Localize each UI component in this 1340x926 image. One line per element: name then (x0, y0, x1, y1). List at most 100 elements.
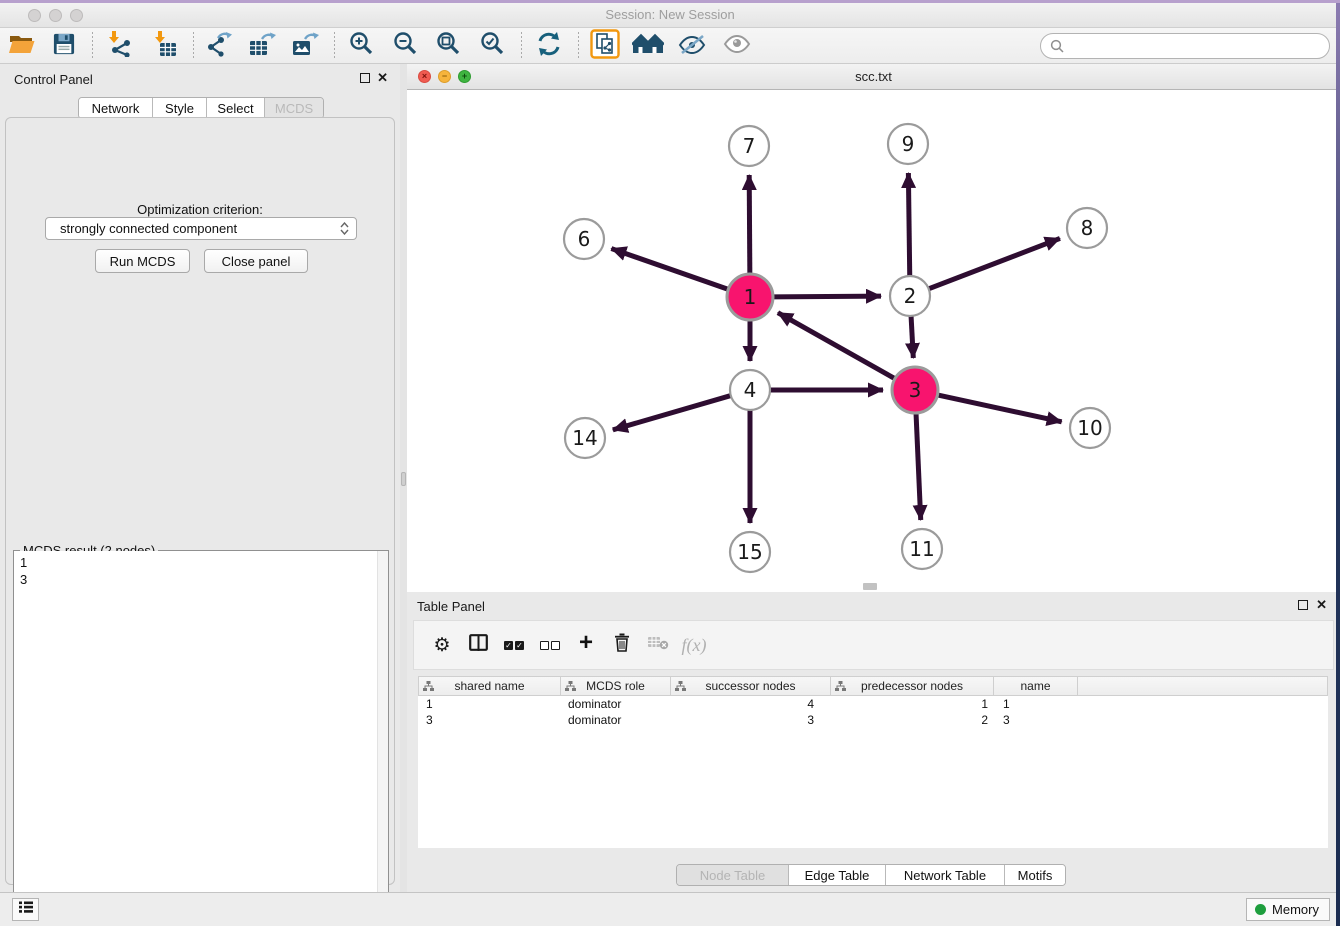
export-image-button[interactable] (287, 30, 323, 62)
column-header-predecessor-nodes[interactable]: predecessor nodes (831, 677, 994, 695)
network-window-resize-grip[interactable] (863, 583, 877, 590)
eye-icon (723, 34, 751, 59)
mcds-result-scrollbar[interactable] (377, 551, 388, 926)
select-all-icon: ✓✓ (504, 641, 524, 650)
tab-network-table[interactable]: Network Table (886, 865, 1005, 885)
column-type-icon (835, 681, 846, 692)
graph-edge-2-9[interactable] (908, 173, 909, 276)
zoom-out-button[interactable] (388, 30, 424, 62)
mcds-result-box: MCDS result (2 nodes) 1 3 (13, 550, 389, 926)
control-panel-tabs: Network Style Select MCDS (78, 97, 324, 119)
graph-edge-3-10[interactable] (937, 395, 1061, 422)
cell-mcds-role[interactable]: dominator (560, 712, 670, 728)
criterion-select[interactable]: strongly connected component (45, 217, 357, 240)
cell-successor-nodes[interactable]: 4 (670, 696, 830, 712)
graph-edge-2-8[interactable] (929, 238, 1060, 288)
cell-predecessor-nodes[interactable]: 1 (830, 696, 993, 712)
cell-successor-nodes[interactable]: 3 (670, 712, 830, 728)
close-panel-icon[interactable]: ✕ (377, 73, 388, 83)
mcds-result-text[interactable]: 1 3 (14, 551, 377, 926)
home-layout-button[interactable] (630, 30, 666, 62)
deselect-all-rows-button[interactable] (532, 641, 568, 650)
table-panel: Table Panel ✕ ⚙ ✓✓ + (407, 592, 1340, 892)
table-settings-button[interactable]: ⚙ (424, 634, 460, 657)
cell-name[interactable]: 1 (993, 696, 1077, 712)
cell-name[interactable]: 3 (993, 712, 1077, 728)
export-image-icon (291, 31, 319, 62)
create-column-button[interactable]: + (568, 633, 604, 657)
export-network-icon (206, 31, 232, 62)
delete-column-icon (647, 635, 669, 655)
mcds-result-line: 3 (20, 571, 377, 588)
cell-mcds-role[interactable]: dominator (560, 696, 670, 712)
control-panel-title: Control Panel (14, 72, 93, 87)
toolbar-separator (578, 32, 579, 58)
status-bar: Memory (0, 892, 1340, 926)
run-mcds-button[interactable]: Run MCDS (95, 249, 190, 273)
cell-shared-name[interactable]: 3 (418, 712, 560, 728)
refresh-icon (536, 31, 562, 62)
task-history-button[interactable] (12, 898, 39, 921)
tab-motifs[interactable]: Motifs (1005, 865, 1065, 885)
memory-label: Memory (1272, 902, 1319, 917)
graph-edge-1-6[interactable] (611, 249, 728, 290)
float-panel-icon[interactable] (360, 73, 370, 83)
cell-shared-name[interactable]: 1 (418, 696, 560, 712)
column-label: predecessor nodes (861, 679, 963, 693)
graph-node-label: 2 (904, 284, 917, 308)
network-canvas[interactable]: 1234678910111415 (407, 90, 1340, 592)
zoom-in-button[interactable] (344, 30, 380, 62)
graph-edge-4-14[interactable] (613, 396, 731, 430)
control-panel-header: Control Panel ✕ (0, 64, 400, 94)
cell-predecessor-nodes[interactable]: 2 (830, 712, 993, 728)
tab-node-table[interactable]: Node Table (677, 865, 789, 885)
hide-selected-button[interactable] (674, 30, 710, 62)
search-input[interactable] (1064, 36, 1329, 56)
divider-grip[interactable] (401, 472, 406, 486)
column-header-name[interactable]: name (994, 677, 1078, 695)
panel-divider[interactable] (400, 64, 407, 892)
graph-edge-1-7[interactable] (749, 175, 750, 274)
show-all-button[interactable] (719, 30, 755, 62)
open-session-button[interactable] (4, 30, 40, 62)
search-container (1040, 33, 1330, 59)
table-row[interactable]: 1 dominator 4 1 1 (418, 696, 1328, 712)
tab-edge-table[interactable]: Edge Table (789, 865, 886, 885)
select-all-rows-button[interactable]: ✓✓ (496, 641, 532, 650)
graph-edge-3-1[interactable] (778, 313, 895, 379)
column-header-mcds-role[interactable]: MCDS role (561, 677, 671, 695)
application-window: Session: New Session (0, 0, 1340, 926)
tab-network[interactable]: Network (79, 98, 153, 118)
table-row[interactable]: 3 dominator 3 2 3 (418, 712, 1328, 728)
network-window-titlebar: × − + scc.txt (407, 64, 1340, 90)
import-network-button[interactable] (101, 30, 137, 62)
save-session-button[interactable] (46, 30, 82, 62)
tab-mcds[interactable]: MCDS (265, 98, 323, 118)
column-header-shared-name[interactable]: shared name (419, 677, 561, 695)
optimization-criterion-label: Optimization criterion: (6, 202, 394, 217)
graph-edge-3-11[interactable] (916, 413, 921, 520)
column-header-successor-nodes[interactable]: successor nodes (671, 677, 831, 695)
graph-edge-1-2[interactable] (773, 296, 881, 297)
tab-style[interactable]: Style (153, 98, 207, 118)
zoom-fit-button[interactable] (431, 30, 467, 62)
close-table-panel-icon[interactable]: ✕ (1316, 600, 1327, 610)
memory-button[interactable]: Memory (1246, 898, 1330, 921)
main-toolbar (0, 28, 1340, 64)
control-panel: Control Panel ✕ Network Style Select MCD… (0, 64, 400, 892)
graph-edge-2-3[interactable] (911, 316, 913, 358)
delete-rows-button[interactable] (604, 633, 640, 657)
export-network-button[interactable] (201, 30, 237, 62)
mcds-panel-body: Optimization criterion: strongly connect… (5, 117, 395, 885)
close-panel-button[interactable]: Close panel (204, 249, 308, 273)
trash-icon (614, 633, 630, 657)
zoom-selected-button[interactable] (475, 30, 511, 62)
houses-icon (632, 32, 664, 61)
float-table-panel-icon[interactable] (1298, 600, 1308, 610)
tab-select[interactable]: Select (207, 98, 265, 118)
export-table-button[interactable] (244, 30, 280, 62)
import-table-button[interactable] (147, 30, 183, 62)
refresh-view-button[interactable] (531, 30, 567, 62)
show-columns-button[interactable] (460, 634, 496, 656)
new-network-from-selection-button[interactable] (587, 30, 623, 62)
